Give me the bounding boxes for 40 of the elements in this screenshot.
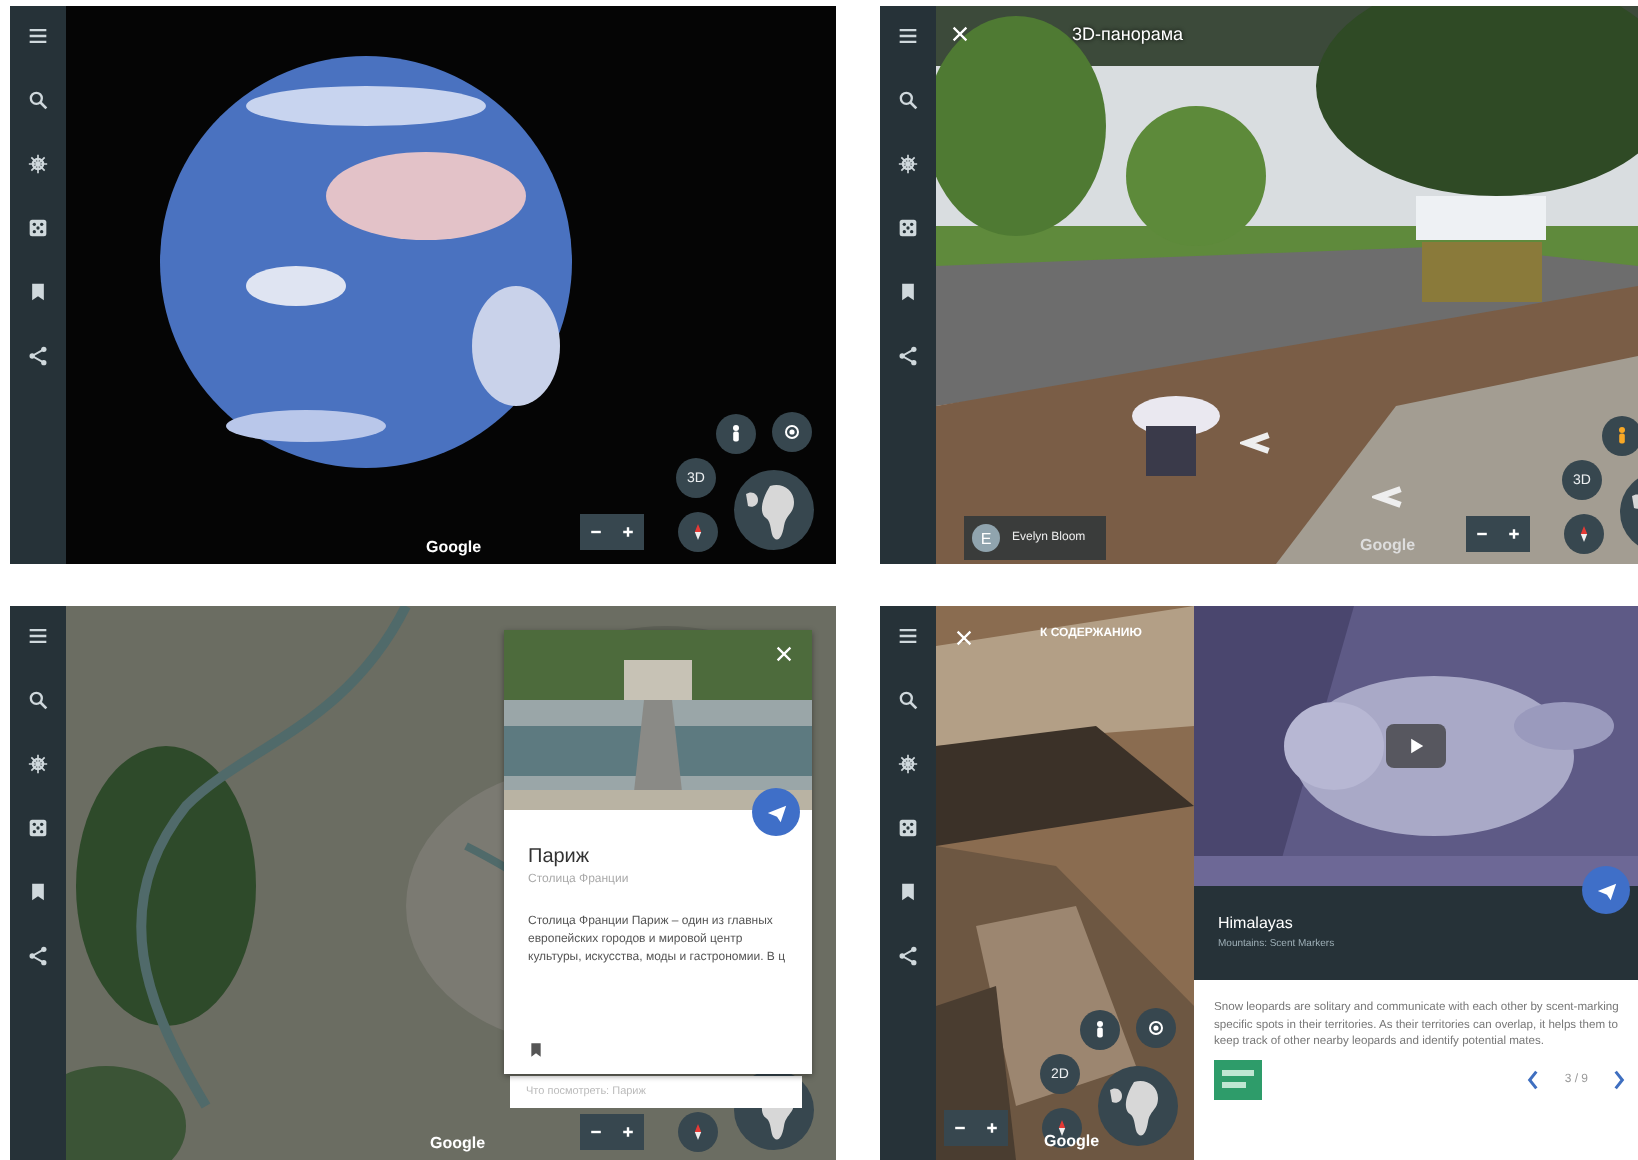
play-button[interactable] [1386, 724, 1446, 768]
menu-icon[interactable] [28, 26, 48, 46]
dice-icon[interactable] [28, 218, 48, 238]
story-title: Himalayas [1218, 914, 1295, 932]
search-icon[interactable] [28, 90, 48, 110]
dice-icon[interactable] [898, 818, 918, 838]
bookmark-icon[interactable] [28, 882, 48, 902]
next-icon[interactable] [1612, 1069, 1626, 1089]
previous-icon[interactable] [1526, 1069, 1541, 1089]
menu-icon[interactable] [898, 26, 918, 46]
zoom-in-icon[interactable] [1506, 526, 1522, 542]
close-icon[interactable] [952, 26, 968, 42]
globe-icon[interactable] [734, 470, 814, 550]
google-logo: Google [426, 538, 482, 556]
wheel-icon[interactable] [28, 154, 48, 174]
wheel-icon[interactable] [28, 754, 48, 774]
logo-icon [1214, 1059, 1262, 1099]
target-icon [782, 422, 802, 442]
google-logo: Google [1360, 536, 1416, 554]
menu-icon[interactable] [898, 626, 918, 646]
search-icon[interactable] [898, 90, 918, 110]
share-icon[interactable] [28, 346, 48, 366]
wheel-icon[interactable] [898, 154, 918, 174]
bookmark-icon[interactable] [898, 282, 918, 302]
dice-icon[interactable] [28, 818, 48, 838]
dice-icon[interactable] [898, 218, 918, 238]
zoom-in-icon[interactable] [620, 524, 636, 540]
share-icon[interactable] [898, 346, 918, 366]
share-icon[interactable] [28, 946, 48, 966]
search-icon[interactable] [898, 690, 918, 710]
search-icon[interactable] [28, 690, 48, 710]
bookmark-icon[interactable] [28, 282, 48, 302]
wheel-icon[interactable] [898, 754, 918, 774]
send-icon [1595, 879, 1617, 901]
panorama-title: 3D-панорама [1072, 24, 1184, 44]
menu-icon[interactable] [28, 626, 48, 646]
chevron-icon[interactable] [1240, 432, 1272, 454]
share-icon[interactable] [898, 946, 918, 966]
bookmark-icon[interactable] [898, 882, 918, 902]
avatar: E [972, 524, 1000, 552]
